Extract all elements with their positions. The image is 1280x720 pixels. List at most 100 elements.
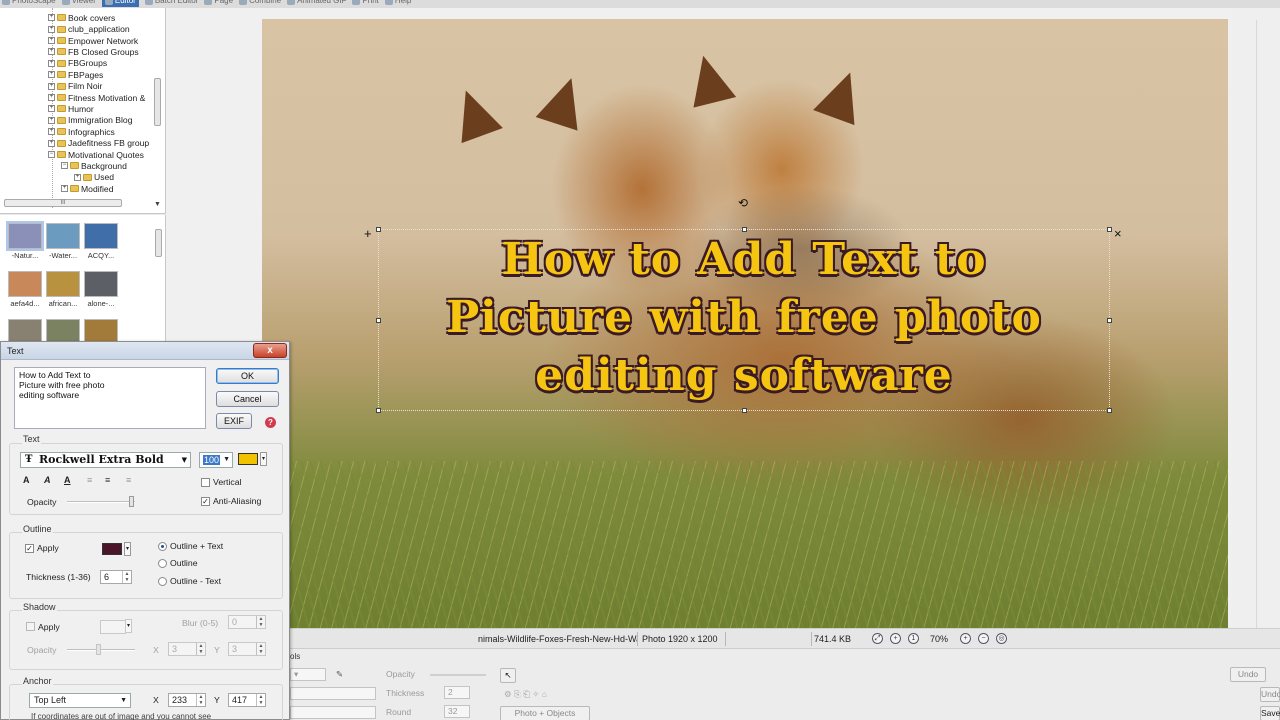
- fit-window-icon[interactable]: ⤢: [872, 633, 883, 644]
- expand-toggle-icon[interactable]: +: [48, 59, 55, 67]
- exif-button[interactable]: EXIF: [216, 413, 252, 429]
- expand-toggle-icon[interactable]: +: [48, 128, 55, 136]
- tree-item[interactable]: + FBPages: [48, 69, 103, 81]
- thumbnail[interactable]: -Water...: [44, 223, 82, 260]
- tab-photoscape[interactable]: PhotoScape: [2, 0, 56, 7]
- tree-item[interactable]: + club_application: [48, 23, 130, 35]
- tab-viewer[interactable]: Viewer: [61, 0, 96, 7]
- tab-batch-editor[interactable]: Batch Editor: [144, 0, 198, 7]
- tree-item[interactable]: + Infographics: [48, 126, 115, 138]
- vertical-checkbox[interactable]: [201, 478, 210, 487]
- shadow-opacity-slider[interactable]: [67, 649, 135, 651]
- text-opacity-thumb[interactable]: [129, 496, 134, 507]
- text-input-area[interactable]: How to Add Text to Picture with free pho…: [14, 367, 206, 429]
- tree-vertical-scrollbar[interactable]: ▼: [154, 78, 162, 208]
- close-button[interactable]: x: [253, 343, 287, 358]
- text-color-dropdown[interactable]: ▾: [260, 452, 267, 466]
- tab-print[interactable]: Print: [352, 0, 379, 7]
- align-center-icon[interactable]: ≡: [105, 475, 110, 485]
- outline-apply-checkbox[interactable]: ✓: [25, 544, 34, 553]
- tools-tab-fragment[interactable]: ols: [290, 652, 300, 661]
- zoom-out-button-icon[interactable]: −: [978, 633, 989, 644]
- thumbnail[interactable]: alone-...: [82, 271, 120, 308]
- full-screen-icon[interactable]: ◎: [996, 633, 1007, 644]
- style-select-2[interactable]: [290, 706, 376, 719]
- expand-toggle-icon[interactable]: +: [74, 173, 81, 181]
- expand-toggle-icon[interactable]: −: [48, 151, 55, 159]
- tab-combine[interactable]: Combine: [239, 0, 281, 7]
- outline-only-radio[interactable]: [158, 559, 167, 568]
- opacity-slider[interactable]: [430, 674, 486, 676]
- expand-toggle-icon[interactable]: +: [48, 37, 55, 45]
- font-size-select[interactable]: 100 ▼: [199, 452, 233, 468]
- expand-toggle-icon[interactable]: +: [48, 94, 55, 102]
- tree-item[interactable]: + Empower Network: [48, 35, 138, 47]
- bold-icon[interactable]: A: [23, 475, 30, 485]
- eyedropper-icon[interactable]: ✎: [336, 669, 343, 680]
- expand-toggle-icon[interactable]: −: [61, 162, 68, 170]
- anchor-select[interactable]: Top Left ▼: [29, 693, 131, 708]
- text-color-swatch[interactable]: [238, 453, 258, 465]
- expand-toggle-icon[interactable]: +: [48, 116, 55, 124]
- outline-minus-text-radio[interactable]: [158, 577, 167, 586]
- photo-objects-button[interactable]: Photo + Objects: [500, 706, 590, 720]
- outline-color-dropdown[interactable]: ▾: [124, 542, 131, 556]
- blur-spinner[interactable]: 0 ▲ ▼: [228, 615, 266, 629]
- expand-toggle-icon[interactable]: +: [48, 105, 55, 113]
- antialias-checkbox[interactable]: ✓: [201, 497, 210, 506]
- tree-item[interactable]: − Motivational Quotes: [48, 149, 144, 161]
- shadow-x-spinner[interactable]: 3 ▲ ▼: [168, 642, 206, 656]
- style-select[interactable]: [290, 687, 376, 700]
- anchor-x-spinner[interactable]: 233 ▲ ▼: [168, 693, 206, 707]
- thumbnail[interactable]: ACQY...: [82, 223, 120, 260]
- canvas-overlay-text[interactable]: How to Add Text to Picture with free pho…: [380, 231, 1108, 405]
- zoom-in-icon[interactable]: +: [890, 633, 901, 644]
- shadow-color-dropdown[interactable]: ▾: [125, 619, 132, 633]
- tree-item[interactable]: + Immigration Blog: [48, 115, 132, 127]
- thumbnail-scrollbar[interactable]: [155, 229, 162, 257]
- tree-item[interactable]: + Modified: [61, 183, 113, 195]
- tab-animated-gif[interactable]: Animated GIF: [287, 0, 346, 7]
- help-icon[interactable]: ?: [265, 417, 276, 428]
- text-opacity-slider[interactable]: [67, 501, 135, 503]
- thickness-input[interactable]: 2: [444, 686, 470, 699]
- tab-editor[interactable]: Editor: [101, 0, 139, 7]
- shadow-apply-checkbox[interactable]: [26, 622, 35, 631]
- tree-item[interactable]: + Fitness Motivation &: [48, 92, 145, 104]
- expand-toggle-icon[interactable]: +: [48, 48, 55, 56]
- delete-object-icon[interactable]: ×: [1114, 226, 1122, 241]
- thumbnail[interactable]: -Natur...: [6, 221, 44, 260]
- tab-page[interactable]: Page: [204, 0, 233, 7]
- actual-size-icon[interactable]: 1: [908, 633, 919, 644]
- tree-item[interactable]: + FB Closed Groups: [48, 46, 139, 58]
- expand-toggle-icon[interactable]: +: [48, 82, 55, 90]
- italic-icon[interactable]: A: [44, 475, 51, 485]
- outline-color-swatch[interactable]: [102, 543, 122, 555]
- align-right-icon[interactable]: ≡: [126, 475, 131, 485]
- object-tool-icons[interactable]: ⚙ ⎘ ⎗ ✧ ⌂: [504, 689, 547, 700]
- undo-button[interactable]: Undo: [1230, 667, 1266, 682]
- cancel-button[interactable]: Cancel: [216, 391, 279, 407]
- shadow-y-spinner[interactable]: 3 ▲ ▼: [228, 642, 266, 656]
- expand-toggle-icon[interactable]: +: [61, 185, 68, 193]
- rotate-handle-icon[interactable]: ⟲: [738, 196, 748, 210]
- tree-item[interactable]: + Humor: [48, 103, 94, 115]
- shape-select[interactable]: ▾: [290, 668, 326, 681]
- outline-text-radio[interactable]: [158, 542, 167, 551]
- undo-all-button[interactable]: Undo: [1260, 687, 1280, 702]
- anchor-y-spinner[interactable]: 417 ▲ ▼: [228, 693, 266, 707]
- font-select[interactable]: Ŧ Rockwell Extra Bold ▼: [20, 452, 191, 468]
- tree-item[interactable]: + Book covers: [48, 12, 115, 24]
- thumbnail[interactable]: african...: [44, 271, 82, 308]
- tree-horizontal-scrollbar[interactable]: III: [4, 199, 122, 207]
- tree-item[interactable]: + FBGroups: [48, 58, 107, 70]
- underline-icon[interactable]: A: [64, 475, 71, 485]
- ok-button[interactable]: OK: [216, 368, 279, 384]
- thumbnail[interactable]: aefa4d...: [6, 271, 44, 308]
- zoom-in-button-icon[interactable]: +: [960, 633, 971, 644]
- expand-toggle-icon[interactable]: +: [48, 139, 55, 147]
- expand-toggle-icon[interactable]: +: [48, 25, 55, 33]
- thickness-spinner[interactable]: 6 ▲ ▼: [100, 570, 132, 584]
- round-input[interactable]: 32: [444, 705, 470, 718]
- tree-item[interactable]: + Jadefitness FB group: [48, 137, 149, 149]
